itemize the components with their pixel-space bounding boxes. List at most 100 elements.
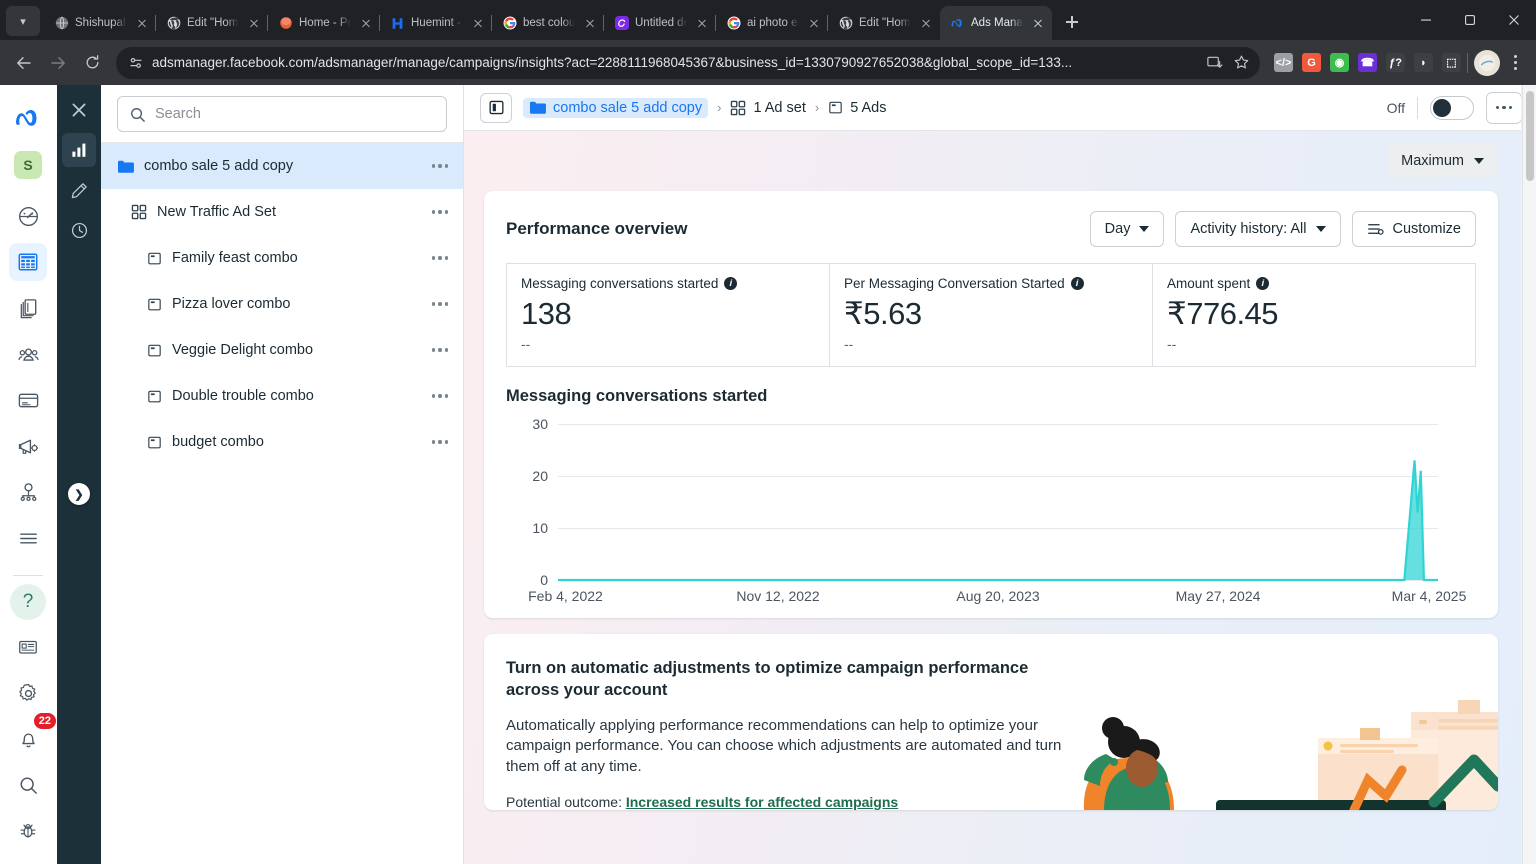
browser-tab[interactable]: Huemint - Ge <box>379 6 492 40</box>
library-icon[interactable] <box>9 289 47 327</box>
close-icon[interactable] <box>806 15 822 31</box>
browser-tab[interactable]: Ads Manager <box>940 6 1052 40</box>
browser-tab[interactable]: Shishupal Ra <box>44 6 156 40</box>
meta-logo[interactable] <box>9 99 47 137</box>
performance-overview-card: Performance overview Day Activity histor… <box>484 191 1498 618</box>
info-icon[interactable]: i <box>1256 277 1270 290</box>
account-badge[interactable]: S <box>14 151 42 179</box>
expand-chevron-icon[interactable]: ❯ <box>68 483 90 505</box>
tree-row-ad[interactable]: Family feast combo <box>101 235 463 281</box>
breadcrumb-item[interactable]: 5 Ads <box>828 100 887 116</box>
star-icon[interactable] <box>1233 54 1250 71</box>
breadcrumb-item[interactable]: combo sale 5 add copy <box>523 97 709 118</box>
settings-gear-icon[interactable] <box>9 674 47 712</box>
minimize-button[interactable] <box>1404 2 1448 38</box>
close-icon[interactable] <box>694 15 710 31</box>
edit-pencil-icon[interactable] <box>62 173 96 207</box>
tree-row-campaign[interactable]: combo sale 5 add copy <box>101 143 463 189</box>
more-options-icon[interactable] <box>1486 91 1522 124</box>
search-box[interactable] <box>117 96 447 132</box>
content-scroll-area[interactable]: Maximum Performance overview Day Activit… <box>464 131 1536 864</box>
profile-avatar[interactable] <box>1474 49 1500 76</box>
customize-button[interactable]: Customize <box>1351 211 1476 247</box>
code-extension-icon[interactable]: </> <box>1274 53 1293 72</box>
all-tools-icon[interactable] <box>9 519 47 557</box>
close-icon[interactable] <box>470 15 486 31</box>
new-tab-button[interactable] <box>1058 8 1086 36</box>
toggle-side-panel-icon[interactable] <box>480 92 512 123</box>
date-range-dropdown[interactable]: Maximum <box>1387 144 1498 178</box>
tree-row-adset[interactable]: New Traffic Ad Set <box>101 189 463 235</box>
tab-title: Huemint - Ge <box>411 17 464 29</box>
tree-row-ad[interactable]: Veggie Delight combo <box>101 327 463 373</box>
audiences-icon[interactable] <box>9 335 47 373</box>
row-more-options-icon[interactable] <box>427 256 453 260</box>
info-icon[interactable]: i <box>724 277 738 290</box>
grammarly-extension-icon[interactable]: G <box>1302 53 1321 72</box>
charts-icon[interactable] <box>62 133 96 167</box>
install-app-icon[interactable] <box>1206 54 1223 71</box>
news-icon[interactable] <box>9 628 47 666</box>
billing-card-icon[interactable] <box>9 381 47 419</box>
notifications-bell-icon[interactable]: 22 <box>9 713 56 758</box>
browser-tab[interactable]: Home - Pers <box>267 6 380 40</box>
account-structure-icon[interactable] <box>9 473 47 511</box>
back-button[interactable] <box>8 47 40 79</box>
forward-button[interactable] <box>42 47 74 79</box>
close-icon[interactable] <box>134 15 150 31</box>
page-scrollbar-thumb[interactable] <box>1526 91 1534 181</box>
bug-report-icon[interactable] <box>9 812 47 850</box>
history-clock-icon[interactable] <box>62 213 96 247</box>
colorpick-extension-icon[interactable]: ◉ <box>1330 53 1349 72</box>
performance-gauge-icon[interactable] <box>9 197 47 235</box>
row-more-options-icon[interactable] <box>427 440 453 444</box>
tree-row-ad[interactable]: Double trouble combo <box>101 373 463 419</box>
row-more-options-icon[interactable] <box>427 302 453 306</box>
close-icon[interactable] <box>582 15 598 31</box>
tab-strip: ▾ Shishupal Ra Edit "Home" Home - Pers Huem… <box>0 0 1536 40</box>
puzzle-extensions-icon[interactable]: ⬚ <box>1442 53 1461 72</box>
page-scrollbar[interactable] <box>1522 85 1536 864</box>
search-input[interactable] <box>155 106 435 122</box>
activity-history-dropdown[interactable]: Activity history: All <box>1175 211 1341 247</box>
info-icon[interactable]: i <box>1070 277 1084 290</box>
close-icon[interactable] <box>1030 15 1046 31</box>
metric-label: Per Messaging Conversation Started i <box>844 276 1138 291</box>
close-icon[interactable] <box>246 15 262 31</box>
reload-button[interactable] <box>76 47 108 79</box>
close-icon[interactable] <box>358 15 374 31</box>
day-dropdown[interactable]: Day <box>1089 211 1165 247</box>
ads-reporting-icon[interactable] <box>9 427 47 465</box>
browser-tab[interactable]: ai photo edit <box>715 6 828 40</box>
close-panel-icon[interactable] <box>62 93 96 127</box>
browser-tab[interactable]: Edit "Home" <box>155 6 268 40</box>
search-icon[interactable] <box>9 766 47 804</box>
browser-tab[interactable]: Edit "Home" <box>827 6 940 40</box>
overview-actions: Day Activity history: All Customize <box>1089 211 1476 247</box>
close-window-button[interactable] <box>1492 2 1536 38</box>
maximize-button[interactable] <box>1448 2 1492 38</box>
close-icon[interactable] <box>918 15 934 31</box>
browser-tab[interactable]: best colour fo <box>491 6 604 40</box>
fonts-extension-icon[interactable]: ƒ? <box>1386 53 1405 72</box>
tree-row-ad[interactable]: Pizza lover combo <box>101 281 463 327</box>
ads-manager-table-icon[interactable] <box>9 243 47 281</box>
tag-extension-icon[interactable]: ◗ <box>1414 53 1433 72</box>
customize-label: Customize <box>1392 221 1462 237</box>
row-more-options-icon[interactable] <box>427 394 453 398</box>
row-more-options-icon[interactable] <box>427 164 453 168</box>
breadcrumb-item[interactable]: 1 Ad set <box>730 100 806 116</box>
browser-tab[interactable]: Untitled desi <box>603 6 716 40</box>
help-icon[interactable]: ? <box>10 584 46 620</box>
promo-outcome-link[interactable]: Increased results for affected campaigns <box>626 794 898 810</box>
row-more-options-icon[interactable] <box>427 348 453 352</box>
browser-menu-icon[interactable] <box>1502 50 1528 76</box>
tree-row-ad[interactable]: budget combo <box>101 419 463 465</box>
row-more-options-icon[interactable] <box>427 210 453 214</box>
url-bar[interactable]: adsmanager.facebook.com/adsmanager/manag… <box>116 46 1260 79</box>
site-info-icon[interactable] <box>128 55 144 71</box>
canva-icon <box>614 16 629 31</box>
tab-search-button[interactable]: ▾ <box>6 6 40 36</box>
campaign-on-off-toggle[interactable] <box>1430 95 1474 120</box>
call-extension-icon[interactable]: ☎ <box>1358 53 1377 72</box>
